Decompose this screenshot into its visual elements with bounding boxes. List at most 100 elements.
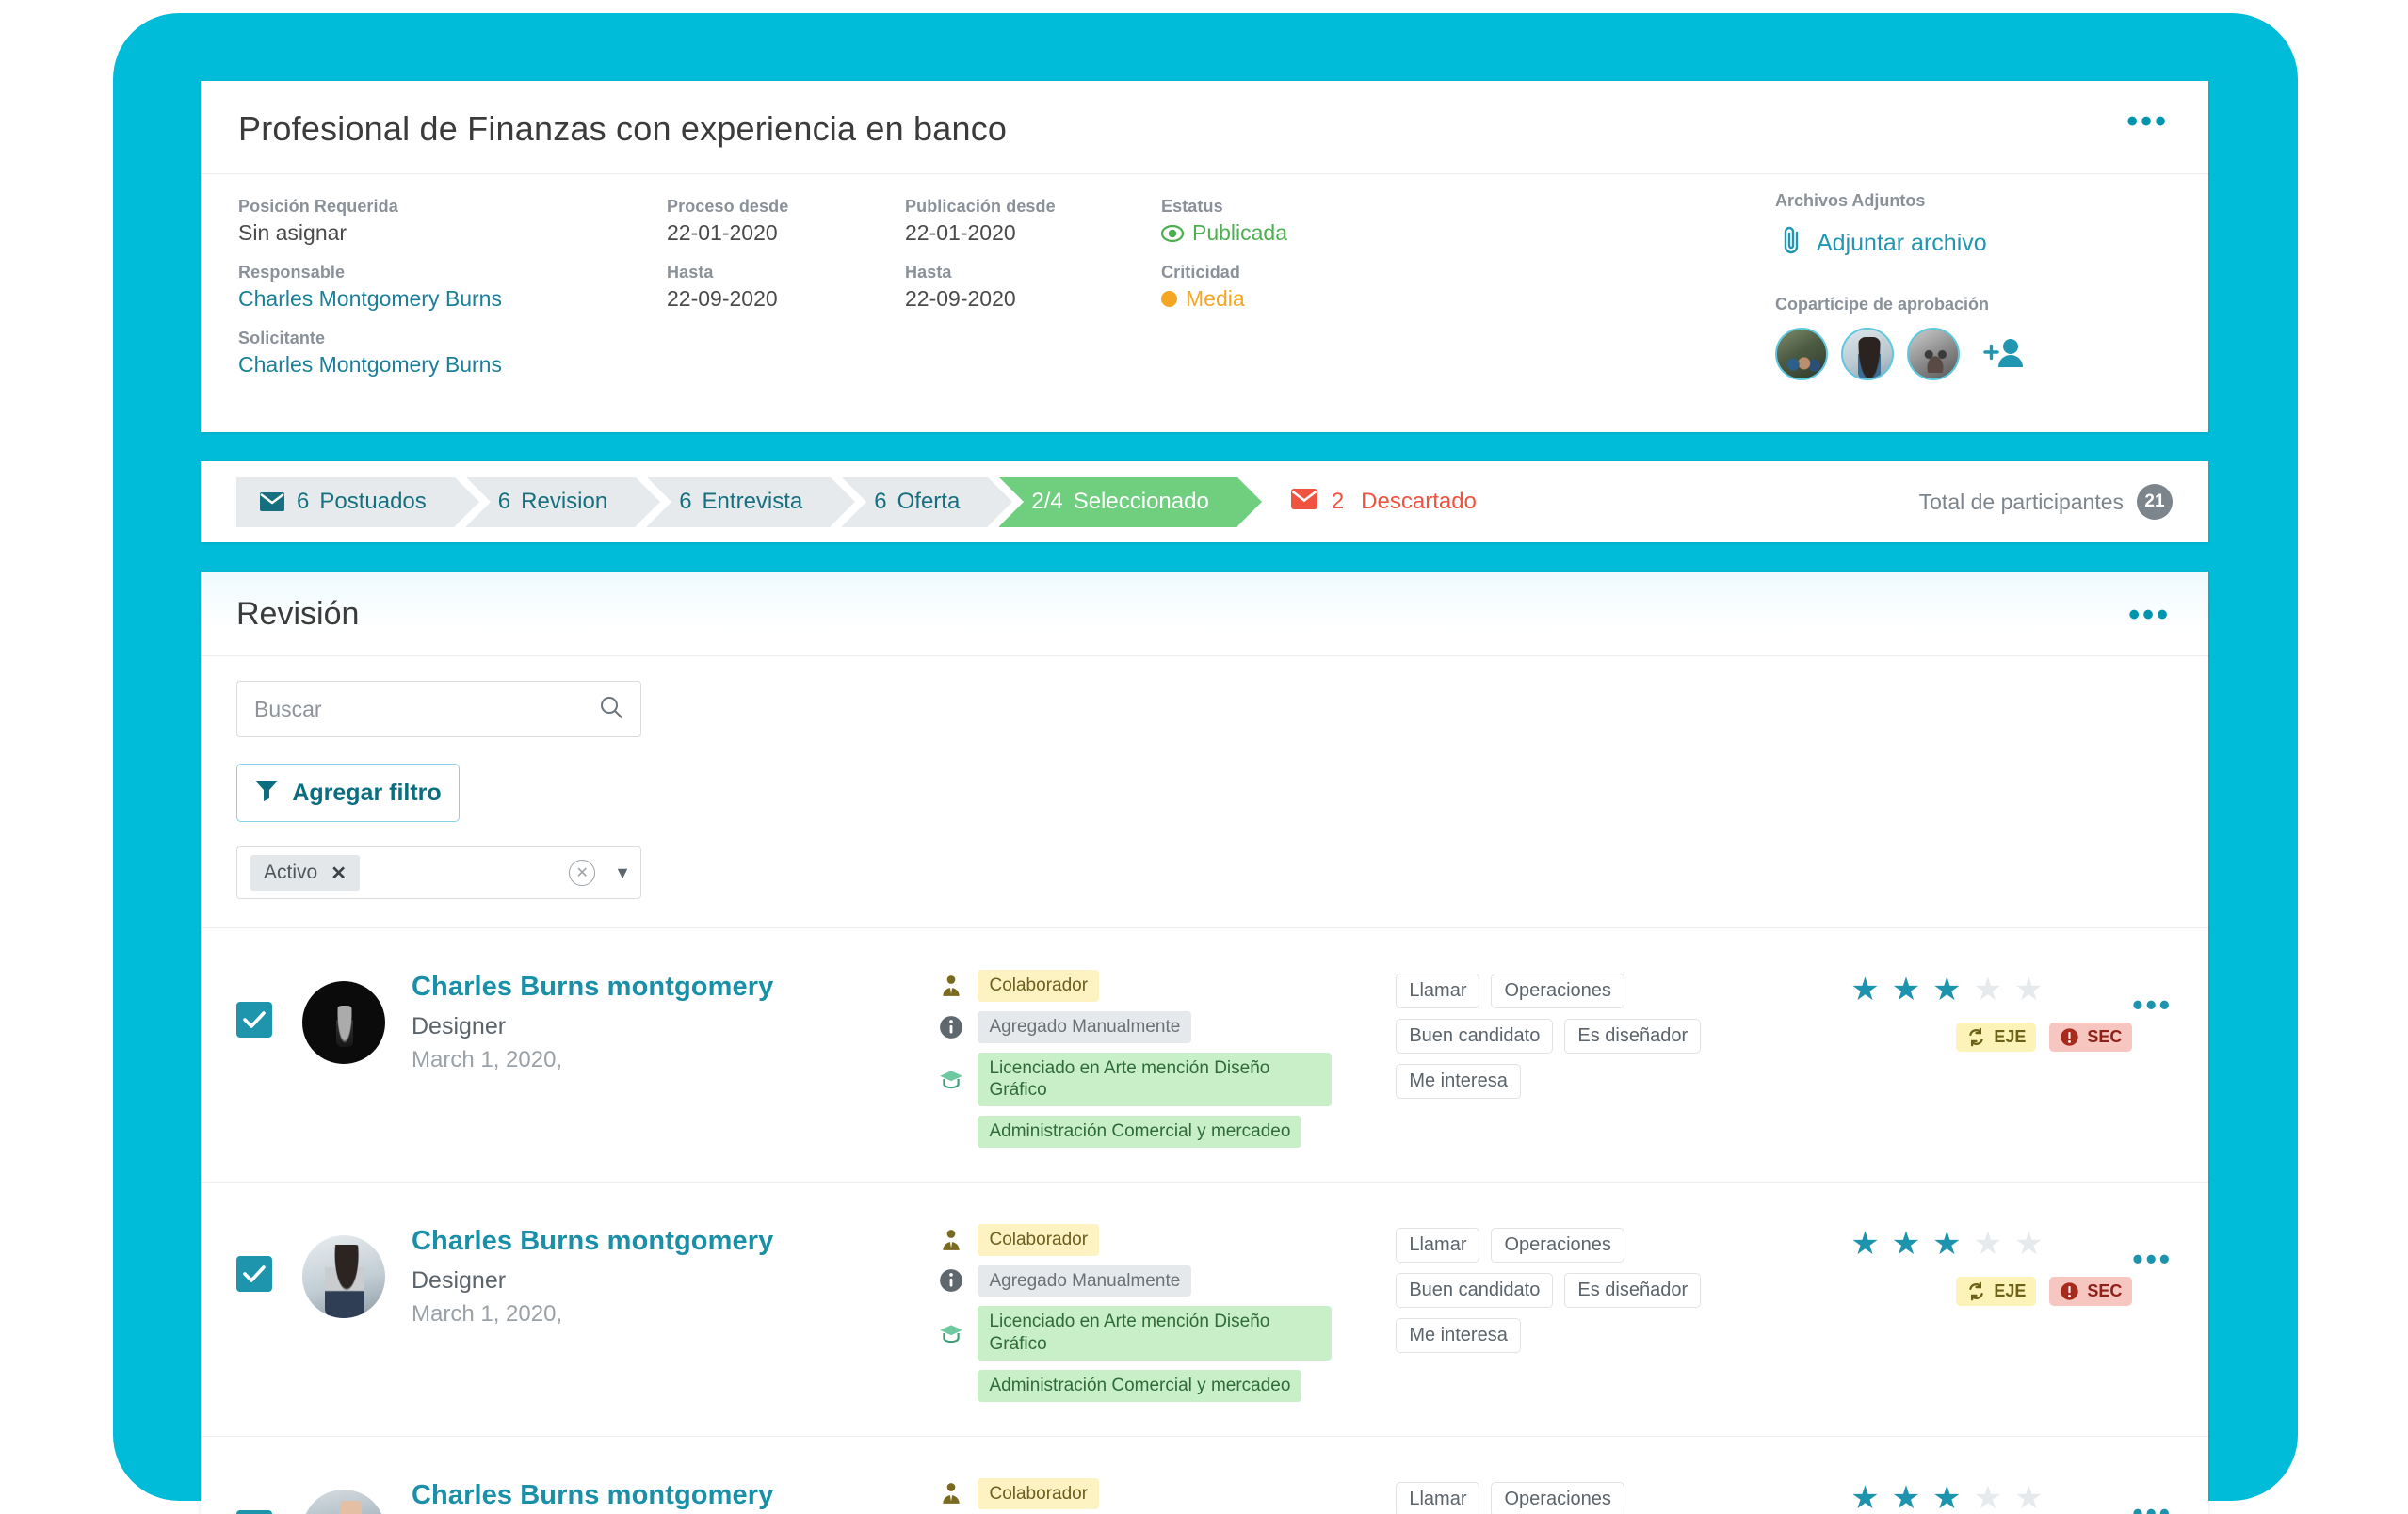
avatar[interactable] — [1907, 328, 1960, 380]
meta-col-estatus: Estatus Publicada Criticidad Media — [1161, 191, 1585, 395]
job-header-card: Profesional de Finanzas con experiencia … — [201, 81, 2208, 432]
avatar[interactable] — [302, 1490, 385, 1514]
row-more-button[interactable]: ••• — [2132, 957, 2173, 1011]
discarded-label: Descartado — [1361, 489, 1477, 515]
candidate-name[interactable]: Charles Burns montgomery — [412, 972, 937, 1003]
avatar[interactable] — [302, 981, 385, 1064]
add-filter-button[interactable]: Agregar filtro — [236, 764, 460, 822]
row-checkbox[interactable] — [236, 1002, 272, 1038]
note-tag[interactable]: Es diseñador — [1564, 1273, 1701, 1308]
job-more-button[interactable]: ••• — [2125, 109, 2171, 134]
star-2[interactable]: ★ — [1892, 1228, 1920, 1260]
star-rating[interactable]: ★ ★ ★ ★ ★ — [1850, 974, 2132, 1006]
filter-chip-label: Activo — [264, 862, 317, 884]
star-5[interactable]: ★ — [2014, 974, 2043, 1006]
star-2[interactable]: ★ — [1892, 974, 1920, 1006]
chevron-down-icon[interactable]: ▼ — [614, 863, 631, 883]
review-title: Revisión — [236, 596, 359, 633]
note-tag[interactable]: Operaciones — [1491, 1228, 1624, 1263]
proceso-desde-label: Proceso desde — [667, 197, 905, 217]
attach-file-button[interactable]: Adjuntar archivo — [1775, 224, 2171, 263]
eye-icon — [1161, 225, 1184, 242]
row-more-button[interactable]: ••• — [2132, 1465, 2173, 1514]
note-tag[interactable]: Me interesa — [1396, 1318, 1521, 1353]
star-4[interactable]: ★ — [1974, 974, 2002, 1006]
star-4[interactable]: ★ — [1974, 1482, 2002, 1514]
job-title-row: Profesional de Finanzas con experiencia … — [201, 81, 2208, 174]
candidate-badges: EJESEC — [1850, 1023, 2132, 1052]
star-rating[interactable]: ★ ★ ★ ★ ★ — [1850, 1228, 2132, 1260]
pipeline-stages: 6 Postuados 6 Revision 6 Entrevista 6 Of… — [236, 477, 1249, 527]
star-3[interactable]: ★ — [1932, 1228, 1961, 1260]
row-checkbox[interactable] — [236, 1510, 272, 1514]
stage-entrevista[interactable]: 6 Entrevista — [647, 477, 831, 527]
search-input[interactable] — [254, 697, 599, 722]
tag-pill: Agregado Manualmente — [978, 1265, 1191, 1297]
star-3[interactable]: ★ — [1932, 1482, 1961, 1514]
stage-count: 6 — [679, 489, 691, 515]
star-1[interactable]: ★ — [1850, 1482, 1879, 1514]
candidate-name[interactable]: Charles Burns montgomery — [412, 1480, 937, 1511]
note-tag[interactable]: Llamar — [1396, 1482, 1479, 1514]
add-person-icon[interactable] — [1982, 335, 2026, 373]
stage-revision[interactable]: 6 Revision — [466, 477, 636, 527]
attachments-panel: Archivos Adjuntos Adjuntar archivo Copar… — [1775, 191, 2171, 380]
note-tag[interactable]: Llamar — [1396, 1228, 1479, 1263]
star-1[interactable]: ★ — [1850, 974, 1879, 1006]
candidate-date: March 1, 2020, — [412, 1301, 937, 1328]
note-tag[interactable]: Me interesa — [1396, 1064, 1521, 1099]
star-1[interactable]: ★ — [1850, 1228, 1879, 1260]
stage-oferta[interactable]: 6 Oferta — [842, 477, 988, 527]
note-tag[interactable]: Buen candidato — [1396, 1019, 1553, 1054]
avatar[interactable] — [302, 1235, 385, 1318]
stage-count: 6 — [498, 489, 510, 515]
meta-col-proceso: Proceso desde 22-01-2020 Hasta 22-09-202… — [667, 191, 905, 395]
row-more-button[interactable]: ••• — [2132, 1211, 2173, 1265]
funnel-icon — [254, 779, 279, 808]
review-more-button[interactable]: ••• — [2126, 603, 2173, 627]
row-checkbox[interactable] — [236, 1256, 272, 1292]
star-2[interactable]: ★ — [1892, 1482, 1920, 1514]
proceso-hasta-value: 22-09-2020 — [667, 286, 905, 312]
solicitante-value[interactable]: Charles Montgomery Burns — [238, 352, 667, 378]
note-line: Me interesa — [1396, 1064, 1790, 1099]
discarded-link[interactable]: 2 Descartado — [1290, 488, 1477, 517]
search-box[interactable] — [236, 681, 641, 737]
note-tag[interactable]: Operaciones — [1491, 974, 1624, 1008]
note-tag[interactable]: Es diseñador — [1564, 1019, 1701, 1054]
attach-file-label: Adjuntar archivo — [1817, 230, 1987, 257]
star-4[interactable]: ★ — [1974, 1228, 2002, 1260]
avatar[interactable] — [1775, 328, 1828, 380]
avatar[interactable] — [1841, 328, 1894, 380]
tag-pill: Administración Comercial y mercadeo — [978, 1370, 1301, 1402]
star-5[interactable]: ★ — [2014, 1482, 2043, 1514]
publicacion-desde-label: Publicación desde — [905, 197, 1161, 217]
stage-seleccionado[interactable]: 2/4 Seleccionado — [999, 477, 1236, 527]
star-5[interactable]: ★ — [2014, 1228, 2043, 1260]
tag-pill: Agregado Manualmente — [978, 1011, 1191, 1043]
total-participants-count: 21 — [2137, 484, 2173, 520]
stage-label: Seleccionado — [1074, 489, 1209, 515]
alert-icon — [2060, 1281, 2079, 1301]
stage-count: 6 — [297, 489, 309, 515]
note-tag[interactable]: Buen candidato — [1396, 1273, 1553, 1308]
candidate-name[interactable]: Charles Burns montgomery — [412, 1226, 937, 1257]
note-tag[interactable]: Llamar — [1396, 974, 1479, 1008]
responsable-value[interactable]: Charles Montgomery Burns — [238, 286, 667, 312]
search-icon[interactable] — [599, 695, 623, 724]
note-tag[interactable]: Operaciones — [1491, 1482, 1624, 1514]
candidate-rating: ★★★★★ EJESEC — [1850, 1465, 2132, 1514]
candidate-role: Designer — [412, 1013, 937, 1040]
clear-all-icon[interactable]: ✕ — [569, 860, 595, 886]
candidate-badges: EJESEC — [1850, 1277, 2132, 1306]
tag-pill: Administración Comercial y mercadeo — [978, 1116, 1301, 1148]
stage-postuados[interactable]: 6 Postuados — [236, 477, 455, 527]
star-rating[interactable]: ★ ★ ★ ★ ★ — [1850, 1482, 2132, 1514]
filter-chip-activo[interactable]: Activo ✕ — [250, 855, 360, 891]
filter-chip-row[interactable]: Activo ✕ ✕ ▼ — [236, 846, 641, 899]
attachments-label: Archivos Adjuntos — [1775, 191, 2171, 211]
note-line: Llamar Operaciones — [1396, 1228, 1790, 1263]
close-icon[interactable]: ✕ — [331, 862, 347, 885]
star-3[interactable]: ★ — [1932, 974, 1961, 1006]
refresh-icon — [1966, 1281, 1986, 1301]
